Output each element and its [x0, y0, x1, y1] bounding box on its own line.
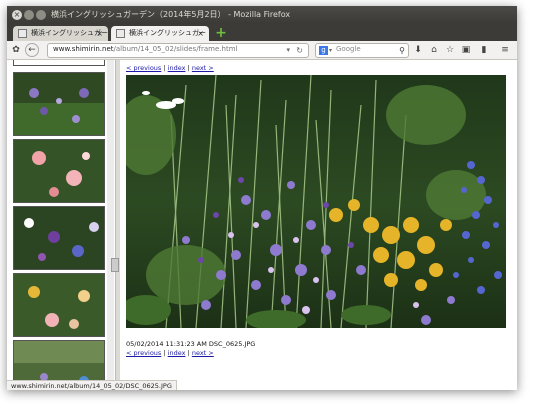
thumbnail-image[interactable] [13, 139, 105, 203]
window-title: 横浜イングリッシュガーデン（2014年5月2日） - Mozilla Firef… [51, 10, 291, 19]
search-placeholder: Google [336, 45, 361, 53]
thumbnail-frame [7, 60, 114, 390]
photo-caption: 05/02/2014 11:31:23 AM DSC_0625.JPG [126, 340, 256, 348]
window-close-button[interactable]: × [12, 10, 22, 20]
status-bar: www.shimirin.net/album/14_05_02/DSC_0625… [7, 380, 177, 390]
url-host: www.shimirin.net [53, 45, 114, 53]
title-bar: × 横浜イングリッシュガーデン（2014年5月2日） - Mozilla Fir… [7, 6, 517, 24]
tab-label: 横浜イングリッシュガー [129, 29, 206, 37]
slide-nav-top: < previous | index | next > [126, 64, 214, 72]
url-dropdown-icon[interactable]: ▾ [286, 44, 290, 57]
downloads-icon[interactable]: ⬇ [411, 43, 425, 57]
bookmarks-menu-icon[interactable]: ▣ [459, 43, 473, 57]
url-text: www.shimirin.net/album/14_05_02/slides/f… [53, 45, 237, 53]
navigation-toolbar: ✿ ← www.shimirin.net/album/14_05_02/slid… [7, 41, 517, 60]
index-link[interactable]: index [168, 349, 186, 357]
index-link[interactable]: index [168, 64, 186, 72]
google-engine-icon[interactable]: g [319, 46, 328, 55]
search-box[interactable]: g ▾ Google ⚲ [315, 43, 409, 58]
next-link[interactable]: next > [192, 349, 214, 357]
address-bar[interactable]: www.shimirin.net/album/14_05_02/slides/f… [47, 43, 309, 58]
close-icon: × [13, 10, 21, 19]
menu-hamburger-icon[interactable]: ≡ [498, 43, 512, 57]
back-arrow-icon: ← [28, 45, 36, 55]
nav-separator: | [163, 349, 166, 357]
tab-close-icon[interactable]: × [96, 26, 103, 41]
thumbnail-image[interactable] [13, 60, 105, 66]
thumbnail-scrollbar[interactable] [107, 60, 114, 390]
bookmark-star-icon[interactable]: ☆ [443, 43, 457, 57]
tab-1[interactable]: 横浜イングリッシュガー × [13, 26, 108, 41]
thumbnail-image[interactable] [13, 72, 105, 136]
previous-link[interactable]: < previous [126, 349, 161, 357]
page-favicon [116, 29, 125, 38]
menu-extra-icon[interactable]: ✿ [9, 43, 23, 57]
engine-dropdown-icon[interactable]: ▾ [329, 44, 332, 57]
next-link[interactable]: next > [192, 64, 214, 72]
search-icon[interactable]: ⚲ [399, 44, 405, 57]
pocket-icon[interactable]: ▮ [477, 43, 491, 57]
home-icon[interactable]: ⌂ [427, 43, 441, 57]
tab-strip: 横浜イングリッシュガー × 横浜イングリッシュガー × + [7, 24, 517, 41]
thumbnail-image[interactable] [13, 206, 105, 270]
nav-separator: | [187, 349, 190, 357]
slide-nav-bottom: < previous | index | next > [126, 349, 214, 357]
nav-separator: | [163, 64, 166, 72]
nav-separator: | [187, 64, 190, 72]
reload-icon[interactable]: ↻ [296, 44, 303, 57]
back-button[interactable]: ← [25, 43, 39, 57]
frame-resize-handle[interactable] [111, 258, 119, 272]
tab-2-active[interactable]: 横浜イングリッシュガー × [111, 26, 209, 41]
slide-frame: < previous | index | next > 05/02/2014 1… [120, 60, 517, 390]
url-path: /album/14_05_02/slides/frame.html [113, 45, 238, 53]
browser-window: × 横浜イングリッシュガーデン（2014年5月2日） - Mozilla Fir… [7, 6, 517, 390]
window-maximize-button[interactable] [36, 10, 46, 20]
thumbnail-image[interactable] [13, 273, 105, 337]
page-content: < previous | index | next > 05/02/2014 1… [7, 60, 517, 390]
previous-link[interactable]: < previous [126, 64, 161, 72]
new-tab-plus-icon[interactable]: + [215, 26, 227, 40]
page-favicon [18, 29, 27, 38]
window-minimize-button[interactable] [24, 10, 34, 20]
tab-close-icon[interactable]: × [197, 26, 204, 41]
garden-photo [126, 75, 506, 328]
